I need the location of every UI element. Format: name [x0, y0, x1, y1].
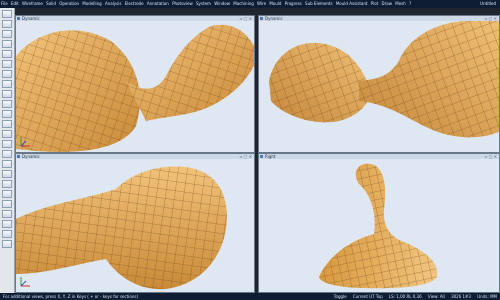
tool-select-icon[interactable]: [2, 70, 12, 78]
tool-rotate-icon[interactable]: [2, 180, 12, 188]
status-readouts: Toggle Current UT Top LS: 1,00 RL 0.36 V…: [329, 293, 497, 300]
menu-progress[interactable]: Progress: [284, 0, 303, 8]
status-units[interactable]: Units: MM: [477, 294, 497, 299]
document-title: Untitled: [480, 1, 496, 6]
tool-new-icon[interactable]: [2, 10, 12, 18]
axis-triad-icon: [20, 277, 30, 287]
viewport-icon: [260, 155, 263, 158]
menu-analysis[interactable]: Analysis: [104, 0, 122, 8]
status-work-plane[interactable]: Current UT Top: [353, 294, 383, 299]
viewport-window-controls[interactable]: ▫ ▢ ✕: [485, 155, 497, 159]
menu-file[interactable]: File: [0, 0, 9, 8]
menu-operation[interactable]: Operation: [58, 0, 80, 8]
tool-render-icon[interactable]: [2, 230, 12, 238]
tool-undo-icon[interactable]: [2, 50, 12, 58]
status-bar: For additional views, press X, Y, Z in K…: [0, 293, 500, 300]
menu-machining[interactable]: Machining: [232, 0, 254, 8]
viewport-top-left[interactable]: Dynamic ▫ ▢ ✕: [15, 15, 255, 153]
menu-help[interactable]: ?: [408, 0, 412, 8]
menu-modelling[interactable]: Modelling: [81, 0, 102, 8]
viewport-top-right[interactable]: Dynamic ▫ ▢ ✕: [258, 15, 500, 153]
mesh-model-render: [16, 24, 254, 152]
viewport-window-controls[interactable]: ▫ ▢ ✕: [240, 155, 252, 159]
menu-bar: File Edit Wireframe Solid Operation Mode…: [0, 0, 500, 8]
tool-fit-icon[interactable]: [2, 190, 12, 198]
tool-color-icon[interactable]: [2, 220, 12, 228]
tool-redo-icon[interactable]: [2, 60, 12, 68]
menu-draw[interactable]: Draw: [381, 0, 393, 8]
tool-spline-icon[interactable]: [2, 120, 12, 128]
menu-plot[interactable]: Plot: [370, 0, 380, 8]
tool-arc-icon[interactable]: [2, 100, 12, 108]
menu-system[interactable]: System: [195, 0, 212, 8]
menu-mould-assistant[interactable]: Mould Assistant: [335, 0, 369, 8]
tool-print-icon[interactable]: [2, 40, 12, 48]
tool-line-icon[interactable]: [2, 90, 12, 98]
tool-mesh-icon[interactable]: [2, 150, 12, 158]
status-view-value: 3026 1#3: [451, 294, 471, 299]
tool-open-icon[interactable]: [2, 20, 12, 28]
tool-pan-icon[interactable]: [2, 170, 12, 178]
tool-settings-icon[interactable]: [2, 240, 12, 248]
tool-layer-icon[interactable]: [2, 210, 12, 218]
viewport-bottom-left[interactable]: Dynamic ▫ ▢ ✕: [15, 153, 255, 293]
menu-photoview[interactable]: Photoview: [171, 0, 194, 8]
viewport-window-controls[interactable]: ▫ ▢ ✕: [485, 17, 497, 21]
status-layer[interactable]: LS: 1,00 RL 0.36: [389, 294, 422, 299]
menu-mould[interactable]: Mould: [268, 0, 282, 8]
menu-annotation[interactable]: Annotation: [146, 0, 170, 8]
menu-mesh[interactable]: Mesh: [394, 0, 407, 8]
mesh-model-render: [319, 163, 438, 289]
menu-wireframe[interactable]: Wireframe: [21, 0, 44, 8]
tool-point-icon[interactable]: [2, 80, 12, 88]
mesh-model-render: [16, 166, 227, 290]
menu-wire[interactable]: Wire: [256, 0, 267, 8]
viewport-icon: [17, 155, 20, 158]
menu-window[interactable]: Window: [213, 0, 231, 8]
status-message: For additional views, press X, Y, Z in K…: [3, 294, 139, 299]
viewport-icon: [260, 17, 263, 20]
left-toolbar: [0, 8, 15, 293]
axis-triad-icon: [20, 137, 30, 147]
viewport-window-controls[interactable]: ▫ ▢ ✕: [240, 17, 252, 21]
tool-measure-icon[interactable]: [2, 200, 12, 208]
tool-solid-icon[interactable]: [2, 140, 12, 148]
tool-save-icon[interactable]: [2, 30, 12, 38]
tool-surface-icon[interactable]: [2, 130, 12, 138]
status-toggle[interactable]: Toggle: [334, 294, 347, 299]
tool-circle-icon[interactable]: [2, 110, 12, 118]
mesh-model-render: [269, 21, 499, 138]
menu-sub-elements[interactable]: Sub Elements: [304, 0, 334, 8]
menu-solid[interactable]: Solid: [45, 0, 57, 8]
tool-zoom-icon[interactable]: [2, 160, 12, 168]
viewport-bottom-right[interactable]: Right ▫ ▢ ✕: [258, 153, 500, 293]
menu-electrode[interactable]: Electrode: [124, 0, 145, 8]
menu-edit[interactable]: Edit: [10, 0, 20, 8]
cad-application-window: File Edit Wireframe Solid Operation Mode…: [0, 0, 500, 300]
status-view-label[interactable]: View: All: [428, 294, 445, 299]
viewport-icon: [17, 17, 20, 20]
